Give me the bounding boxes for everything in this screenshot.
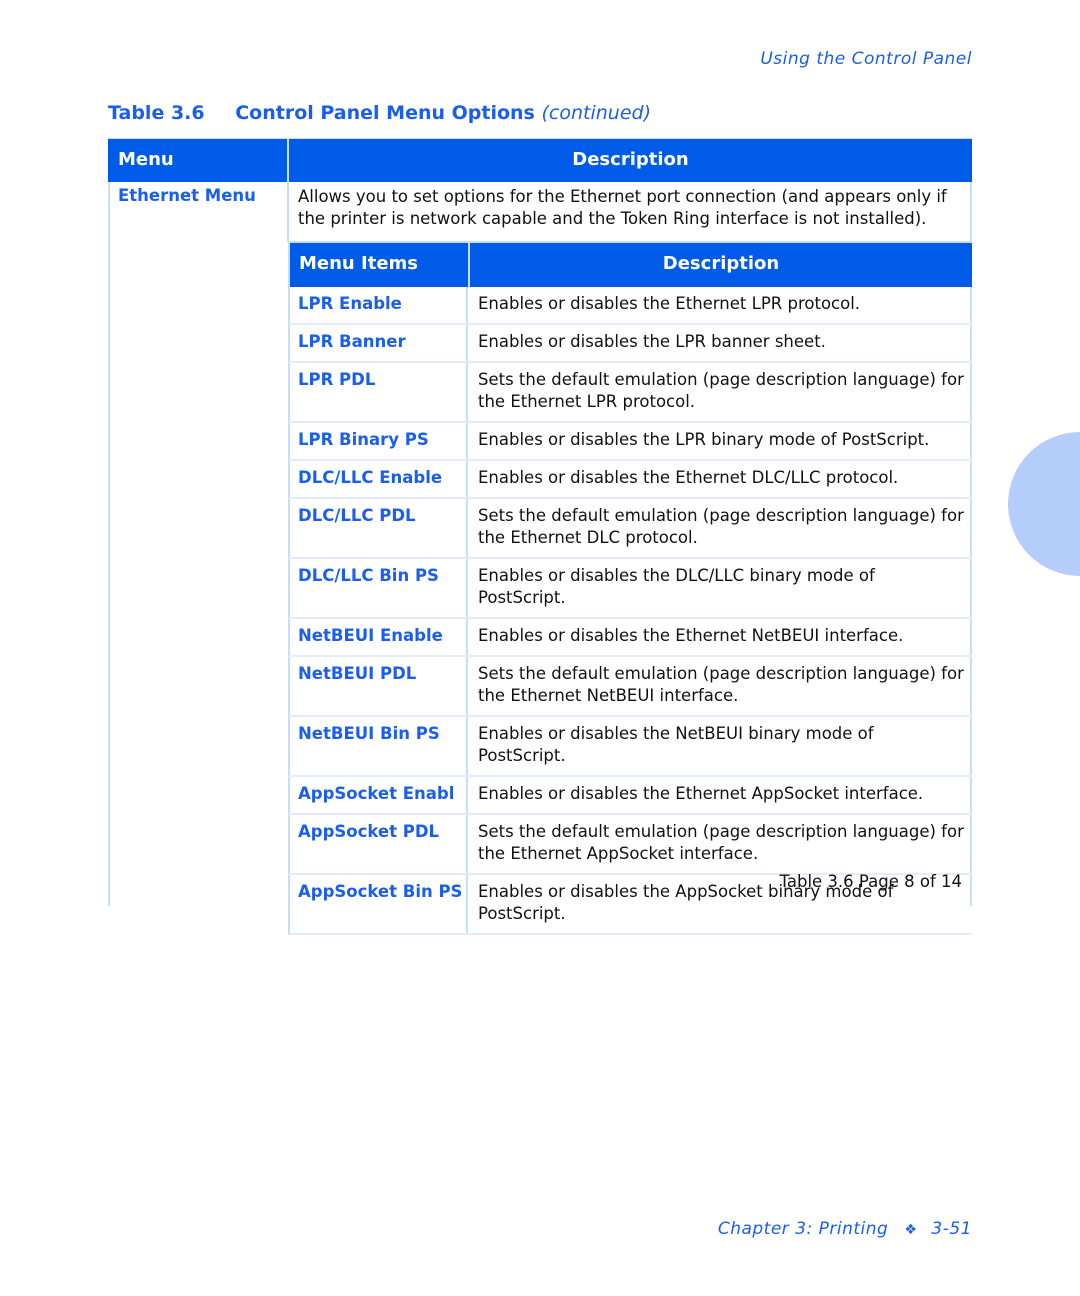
table-header: Menu Description	[108, 138, 972, 183]
menu-item-name: LPR Banner	[290, 325, 468, 361]
table-row: LPR PDL Sets the default emulation (page …	[288, 363, 972, 423]
menu-item-name: DLC/LLC PDL	[290, 499, 468, 557]
table-row: AppSocket PDL Sets the default emulation …	[288, 815, 972, 875]
menu-item-name: AppSocket Enabl	[290, 777, 468, 813]
menu-item-description: Sets the default emulation (page descrip…	[478, 506, 964, 547]
menu-item-description: Sets the default emulation (page descrip…	[478, 664, 964, 705]
table-row: AppSocket Enabl Enables or disables the E…	[288, 777, 972, 815]
menu-item-description: Enables or disables the Ethernet LPR pro…	[478, 294, 861, 313]
menu-description: Allows you to set options for the Ethern…	[298, 187, 947, 228]
menu-item-name: LPR Enable	[290, 287, 468, 323]
table-page-note: Table 3.6 Page 8 of 14	[779, 872, 962, 891]
menu-name: Ethernet Menu	[118, 186, 256, 205]
header-menu-items: Menu Items	[299, 253, 418, 274]
menu-item-name: DLC/LLC Bin PS	[290, 559, 468, 617]
table-row: LPR Binary PS Enables or disables the LPR…	[288, 423, 972, 461]
menu-item-description: Sets the default emulation (page descrip…	[478, 822, 964, 863]
table-caption: Table 3.6 Control Panel Menu Options (co…	[108, 102, 651, 124]
table-row: DLC/LLC Enable Enables or disables the Et…	[288, 461, 972, 499]
menu-item-description: Sets the default emulation (page descrip…	[478, 370, 964, 411]
page-number: 3-51	[931, 1219, 972, 1239]
menu-items-table: Menu Items Description LPR Enable Enables…	[288, 241, 972, 935]
menu-item-description: Enables or disables the LPR binary mode …	[478, 430, 930, 449]
menu-item-description: Enables or disables the Ethernet DLC/LLC…	[478, 468, 899, 487]
menu-item-name: LPR Binary PS	[290, 423, 468, 459]
header-menu: Menu	[118, 149, 174, 170]
header-item-description: Description	[662, 253, 780, 274]
menu-items-header: Menu Items Description	[288, 241, 972, 287]
continued-label: (continued)	[541, 102, 652, 124]
menu-item-description: Enables or disables the Ethernet NetBEUI…	[478, 626, 904, 645]
menu-item-name: NetBEUI PDL	[290, 657, 468, 715]
table-row: NetBEUI PDL Sets the default emulation (p…	[288, 657, 972, 717]
table-number: Table 3.6	[108, 102, 205, 124]
menu-item-description: Enables or disables the NetBEUI binary m…	[478, 724, 874, 765]
table-row: LPR Enable Enables or disables the Ethern…	[288, 287, 972, 325]
table-row: NetBEUI Bin PS Enables or disables the Ne…	[288, 717, 972, 777]
running-head: Using the Control Panel	[760, 49, 972, 69]
chapter-thumb-tab	[1008, 432, 1080, 576]
menu-item-name: AppSocket PDL	[290, 815, 468, 873]
table-row: NetBEUI Enable Enables or disables the Et…	[288, 619, 972, 657]
menu-item-name: LPR PDL	[290, 363, 468, 421]
table-row: DLC/LLC Bin PS Enables or disables the DL…	[288, 559, 972, 619]
menu-item-name: NetBEUI Bin PS	[290, 717, 468, 775]
menu-item-name: NetBEUI Enable	[290, 619, 468, 655]
page-footer: Chapter 3: Printing ❖ 3-51	[718, 1219, 972, 1239]
header-description: Description	[572, 149, 689, 170]
column-divider	[287, 182, 289, 242]
menu-item-name: AppSocket Bin PS	[290, 875, 468, 933]
menu-item-description: Enables or disables the DLC/LLC binary m…	[478, 566, 875, 607]
table-row: DLC/LLC PDL Sets the default emulation (p…	[288, 499, 972, 559]
chapter-label: Chapter 3: Printing	[717, 1219, 889, 1239]
menu-item-description: Enables or disables the LPR banner sheet…	[478, 332, 826, 351]
menu-item-name: DLC/LLC Enable	[290, 461, 468, 497]
table-row: LPR Banner Enables or disables the LPR ba…	[288, 325, 972, 363]
diamond-separator-icon: ❖	[904, 1222, 918, 1238]
menu-item-description: Enables or disables the Ethernet AppSock…	[478, 784, 924, 803]
table-title: Control Panel Menu Options	[235, 102, 535, 124]
